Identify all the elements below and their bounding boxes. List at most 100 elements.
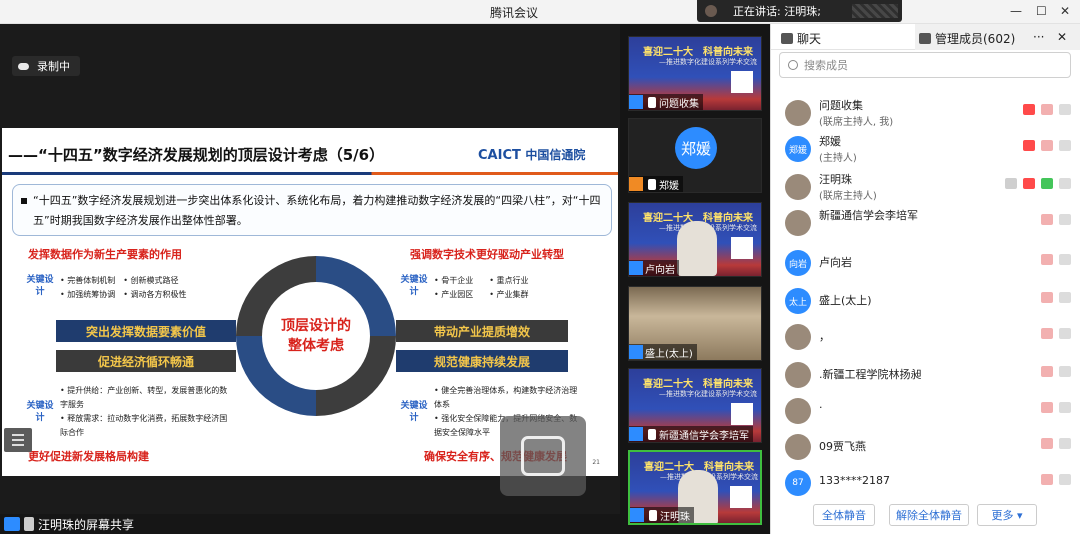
bar-left-2: 促进经济循环畅通 [56,350,236,372]
member-row[interactable]: 向岩 卢向岩 [771,246,1080,282]
member-row[interactable]: 87 133****2187 [771,466,1080,502]
caict-logo: CAICT 中国信通院 [478,146,585,163]
video-tile[interactable]: 喜迎二十大 科普向未来—推进数字化建设系列学术交流 卢向岩 [628,202,762,277]
title-bar: 腾讯会议 正在讲话: 汪明珠; — ☐ ✕ [0,0,1080,24]
qr-code [731,71,753,93]
video-tile-active[interactable]: 喜迎二十大 科普向未来—推进数字化建设系列学术交流 汪明珠 [628,450,762,525]
panel-tabs: 聊天 管理成员(602) ··· ✕ [771,24,1080,50]
video-tile[interactable]: 喜迎二十大 科普向未来 —推进数字化建设系列学术交流 问题收集 [628,36,762,111]
tile-name: 新疆通信学会李培军 [629,426,753,442]
minimize-button[interactable]: — [1010,4,1022,18]
bar-left-1: 突出发挥数据要素价值 [56,320,236,342]
camera-icon[interactable] [1059,254,1071,265]
mic-icon [648,428,656,440]
video-tile[interactable]: 盛上(太上) [628,286,762,361]
meeting-window: 腾讯会议 正在讲话: 汪明珠; — ☐ ✕ 录制中 ——“十四五”数字经济发展规… [0,0,1080,534]
mic-muted-icon[interactable] [1041,328,1053,339]
camera-icon[interactable] [1059,178,1071,189]
member-row[interactable]: 新疆通信学会李培军 [771,206,1080,242]
eye-icon[interactable] [1023,140,1035,151]
section-top-right-title: 强调数字技术更好驱动产业转型 [410,248,564,261]
screen-share-icon[interactable] [1005,178,1017,189]
camera-icon[interactable] [1059,438,1071,449]
speaker-avatar [705,5,717,17]
shared-screen-stage: 录制中 ——“十四五”数字经济发展规划的顶层设计考虑（5/6） CAICT 中国… [0,24,620,534]
more-icon[interactable]: ··· [1033,30,1044,44]
member-row[interactable]: 汪明珠 (联席主持人) [771,170,1080,206]
mic-muted-icon[interactable] [1041,474,1053,485]
video-strip: 喜迎二十大 科普向未来 —推进数字化建设系列学术交流 问题收集 郑媛 郑媛 喜迎二… [620,24,770,534]
recording-badge[interactable]: 录制中 [12,56,80,76]
camera-icon[interactable] [1059,104,1071,115]
mic-muted-icon[interactable] [1041,140,1053,151]
camera-icon[interactable] [1059,402,1071,413]
user-icon [629,95,643,109]
camera-icon[interactable] [1059,366,1071,377]
section-bottom-left-title: 更好促进新发展格局构建 [28,450,149,463]
close-icon[interactable]: ✕ [1057,30,1067,44]
member-row[interactable]: ， [771,320,1080,356]
user-icon [629,177,643,191]
close-button[interactable]: ✕ [1060,4,1070,18]
member-row[interactable]: 09贾飞燕 [771,430,1080,466]
points-bottom-left: • 提升供给：产业创新、转型，发展普惠化的数字服务 • 释放需求：拉动数字化消费… [60,386,228,437]
more-button[interactable]: 更多 ▾ [977,504,1037,526]
search-input[interactable]: 搜索成员 [779,52,1071,78]
mic-muted-icon[interactable] [1041,402,1053,413]
member-row[interactable]: . [771,394,1080,430]
screen-share-control[interactable] [500,416,586,496]
member-row[interactable]: 太上 盛上(太上) [771,284,1080,320]
member-row[interactable]: 郑媛 郑媛 (主持人) [771,132,1080,168]
tab-chat[interactable]: 聊天 [781,30,821,47]
mic-muted-icon[interactable] [1041,438,1053,449]
center-title: 顶层设计的 整体考虑 [262,282,370,390]
screen-share-icon [24,517,34,531]
logo-en: CAICT [478,148,521,163]
qr-code [731,237,753,259]
mic-icon [649,509,657,521]
bar-right-1: 带动产业提质增效 [396,320,568,342]
tab-members[interactable]: 管理成员(602) [919,30,1015,47]
mic-muted-icon[interactable] [1041,254,1053,265]
avatar [785,100,811,126]
mute-all-button[interactable]: 全体静音 [813,504,875,526]
camera-icon[interactable] [1059,214,1071,225]
mic-muted-icon[interactable] [1041,366,1053,377]
mic-muted-icon[interactable] [1041,214,1053,225]
unmute-all-button[interactable]: 解除全体静音 [889,504,969,526]
keyword-label-bl: 关键设计 [26,401,54,423]
eye-icon[interactable] [1023,104,1035,115]
maximize-button[interactable]: ☐ [1036,4,1047,18]
mic-on-icon[interactable] [1041,178,1053,189]
points-top-right: • 骨干企业 • 重点行业 • 产业园区 • 产业集群 [434,276,529,299]
side-menu-toggle[interactable] [4,428,32,452]
avatar [785,362,811,388]
video-tile[interactable]: 喜迎二十大 科普向未来 —推进数字化建设系列学术交流 新疆通信学会李培军 [628,368,762,443]
keyword-label-tl: 关键设计 [26,275,54,297]
tile-name: 郑媛 [629,176,683,192]
member-row[interactable]: .新疆工程学院林扬昶 [771,358,1080,394]
side-panel: 聊天 管理成员(602) ··· ✕ 搜索成员 问题收集 (联席主持人, 我) … [770,24,1080,534]
member-row[interactable]: 问题收集 (联席主持人, 我) [771,96,1080,132]
logo-cn: 中国信通院 [525,148,586,162]
tile-name: 问题收集 [629,94,703,110]
avatar [785,434,811,460]
camera-icon[interactable] [1059,328,1071,339]
eye-icon[interactable] [1023,178,1035,189]
tile-name: 汪明珠 [630,507,694,523]
video-tile[interactable]: 郑媛 郑媛 [628,118,762,193]
camera-icon[interactable] [1059,474,1071,485]
avatar [785,210,811,236]
center-ring: 顶层设计的 整体考虑 [236,256,396,416]
recording-label: 录制中 [37,60,70,73]
bullet-square-icon [21,198,27,204]
camera-icon[interactable] [1059,140,1071,151]
qr-code [730,486,752,508]
mic-muted-icon[interactable] [1041,104,1053,115]
camera-icon[interactable] [1059,292,1071,303]
mic-muted-icon[interactable] [1041,292,1053,303]
avatar: 向岩 [785,250,811,276]
cloud-icon [18,62,29,70]
mic-icon [648,96,656,108]
avatar [785,324,811,350]
